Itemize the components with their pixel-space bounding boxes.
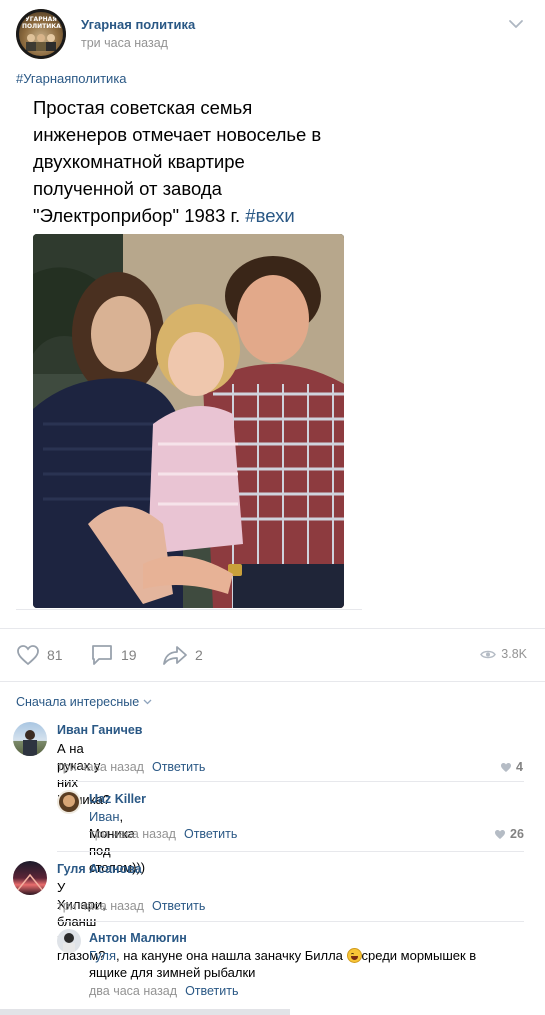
post-photo[interactable] bbox=[33, 234, 344, 608]
mention-link[interactable]: Иван bbox=[89, 809, 120, 824]
chevron-down-icon[interactable] bbox=[508, 18, 524, 30]
group-name[interactable]: Угарная политика bbox=[81, 17, 195, 32]
like-button[interactable]: 81 bbox=[16, 643, 63, 667]
share-button[interactable]: 2 bbox=[162, 643, 203, 667]
comment-author[interactable]: Гуля Асанова bbox=[57, 862, 142, 876]
mention-link[interactable]: Гуля bbox=[89, 948, 116, 963]
sort-label: Сначала интересные bbox=[16, 695, 140, 709]
avatar[interactable] bbox=[57, 929, 81, 953]
divider bbox=[57, 921, 524, 922]
comment-like-count: 26 bbox=[510, 827, 524, 841]
views-counter: 3.8K bbox=[480, 647, 527, 661]
bottom-bar bbox=[0, 1009, 290, 1015]
comment-time[interactable]: три часа назад bbox=[57, 760, 144, 774]
divider bbox=[57, 851, 524, 852]
family-photo-illustration bbox=[33, 234, 344, 608]
avatar[interactable] bbox=[13, 861, 47, 895]
comment-time[interactable]: два часа назад bbox=[89, 984, 177, 998]
post-hashtag[interactable]: #Угарнаяполитика bbox=[16, 71, 127, 86]
reply-button[interactable]: Ответить bbox=[184, 827, 237, 841]
comment-like-button[interactable]: 4 bbox=[500, 760, 523, 774]
chevron-down-icon bbox=[143, 699, 152, 705]
heart-icon bbox=[495, 829, 505, 839]
reply-button[interactable]: Ответить bbox=[152, 899, 205, 913]
comment-like-button[interactable]: 26 bbox=[494, 827, 524, 841]
reply-button[interactable]: Ответить bbox=[152, 760, 205, 774]
comment-author[interactable]: Uaz Killer bbox=[89, 792, 146, 806]
post-text-line: двухкомнатной квартире bbox=[33, 151, 245, 172]
eye-icon bbox=[480, 650, 497, 658]
comment-time[interactable]: три часа назад bbox=[89, 827, 176, 841]
comment-like-count: 4 bbox=[516, 760, 523, 774]
views-count: 3.8K bbox=[501, 647, 527, 661]
comment-meta: три часа назад Ответить bbox=[57, 760, 205, 774]
divider bbox=[57, 781, 524, 782]
post-text-line: "Электроприбор" 1983 г. #вехи bbox=[33, 202, 363, 229]
group-avatar[interactable]: УГАРНАЯ ПОЛИТИКА bbox=[16, 9, 66, 59]
heart-icon bbox=[501, 762, 511, 772]
share-icon bbox=[163, 646, 187, 665]
post-text: Простая советская семья инженеров отмеча… bbox=[33, 94, 363, 229]
post-text-line-end: "Электроприбор" 1983 г. bbox=[33, 205, 241, 226]
heart-icon bbox=[17, 645, 39, 666]
comment-icon bbox=[92, 645, 112, 665]
post-text-line: полученной от завода bbox=[33, 178, 222, 199]
comment-meta: три часа назад Ответить bbox=[57, 899, 205, 913]
post-time[interactable]: три часа назад bbox=[81, 36, 168, 50]
share-count: 2 bbox=[195, 647, 203, 663]
avatar[interactable] bbox=[13, 722, 47, 756]
laughing-emoji-icon bbox=[346, 948, 362, 963]
comment-meta: три часа назад Ответить bbox=[89, 827, 237, 841]
comment-button[interactable]: 19 bbox=[90, 643, 137, 667]
reply-button[interactable]: Ответить bbox=[185, 984, 238, 998]
post-text-line: Простая советская семья bbox=[33, 97, 253, 118]
comment-text: Гуля, на кануне она нашла заначку Билла … bbox=[89, 948, 477, 980]
post-actions-bar: 81 19 2 3.8K bbox=[0, 628, 545, 682]
comment-count: 19 bbox=[121, 647, 137, 663]
avatar[interactable] bbox=[57, 790, 81, 814]
comment-author[interactable]: Иван Ганичев bbox=[57, 723, 142, 737]
post-header: УГАРНАЯ ПОЛИТИКА Угарная политика три ча… bbox=[0, 0, 545, 66]
comment-time[interactable]: три часа назад bbox=[57, 899, 144, 913]
like-count: 81 bbox=[47, 647, 63, 663]
comment-author[interactable]: Антон Малюгин bbox=[89, 931, 187, 945]
post-text-line: инженеров отмечает новоселье в bbox=[33, 124, 322, 145]
comment-meta: два часа назад Ответить bbox=[89, 984, 239, 998]
post-tag-link[interactable]: #вехи bbox=[245, 205, 294, 226]
comments-sort-dropdown[interactable]: Сначала интересные bbox=[16, 695, 152, 709]
